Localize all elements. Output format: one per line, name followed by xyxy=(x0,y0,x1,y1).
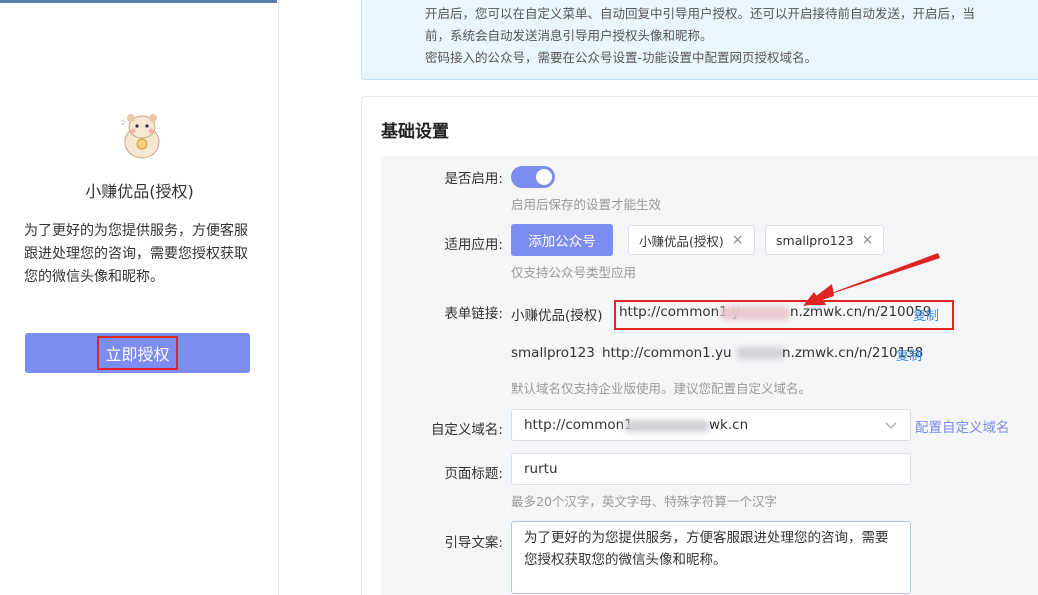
remove-tag-icon[interactable]: × xyxy=(862,232,874,248)
guide-text-textarea[interactable]: 为了更好的为您提供服务，方便客服跟进处理您的咨询，需要您授权获取您的微信头像和昵… xyxy=(511,521,911,594)
enable-label: 是否启用: xyxy=(444,171,503,187)
form-link-app-name: 小赚优品(授权) xyxy=(511,308,603,324)
authorize-now-button[interactable]: 立即授权 xyxy=(25,333,250,373)
hamster-mascot-icon xyxy=(121,114,160,159)
app-tag-label: 小赚优品(授权) xyxy=(639,233,724,249)
info-line-3: 密码接入的公众号，需要在公众号设置-功能设置中配置网页授权域名。 xyxy=(425,50,818,65)
page-title-hint: 最多20个汉字，英文字母、特殊字符算一个汉字 xyxy=(511,494,777,509)
enable-hint: 启用后保存的设置才能生效 xyxy=(511,197,662,212)
preview-app-name: 小赚优品(授权) xyxy=(85,182,194,201)
apps-hint: 仅支持公众号类型应用 xyxy=(511,265,637,280)
apps-label: 适用应用: xyxy=(444,237,503,253)
annotation-arrow-icon xyxy=(803,253,940,306)
form-links-hint: 默认域名仅支持企业版使用。建议您配置自定义域名。 xyxy=(511,381,812,396)
custom-domain-select[interactable]: http://common1. wk.cn xyxy=(511,409,911,441)
toggle-knob xyxy=(536,169,552,185)
domain-value-start: http://common1. xyxy=(524,417,638,433)
copy-link-button[interactable]: 复制 xyxy=(896,345,922,364)
custom-domain-label: 自定义域名: xyxy=(430,422,503,438)
form-link-app-name: smallpro123 xyxy=(511,345,595,361)
add-official-account-button[interactable]: 添加公众号 xyxy=(511,224,613,256)
form-link-url-start: http://common1.yu xyxy=(602,345,732,361)
info-line-1: 开启后，您可以在自定义菜单、自动回复中引导用户授权。还可以开启接待前自动发送，开… xyxy=(425,6,976,21)
redacted-url-segment xyxy=(736,347,786,359)
panel-top-border xyxy=(0,0,277,3)
page-title-input[interactable]: rurtu xyxy=(511,453,911,485)
configure-custom-domain-link[interactable]: 配置自定义域名 xyxy=(915,416,1010,436)
enable-toggle[interactable] xyxy=(511,166,555,188)
redacted-domain-segment xyxy=(624,420,710,432)
preview-intro-text: 为了更好的为您提供服务，方便客服跟进处理您的咨询，需要您授权获取您的微信头像和昵… xyxy=(24,223,248,285)
chevron-down-icon xyxy=(885,422,897,429)
authorization-preview-panel: 小赚优品(授权) 为了更好的为您提供服务，方便客服跟进处理您的咨询，需要您授权获… xyxy=(0,0,279,595)
form-links-label: 表单链接: xyxy=(444,306,503,322)
app-tag-label: smallpro123 xyxy=(776,232,854,248)
page-title-label: 页面标题: xyxy=(444,466,503,482)
app-tag: 小赚优品(授权) × xyxy=(628,225,755,255)
domain-value-end: wk.cn xyxy=(709,417,749,433)
section-title: 基础设置 xyxy=(381,122,449,142)
info-line-2: 前，系统会自动发送消息引导用户授权头像和昵称。 xyxy=(425,28,713,43)
guide-text-label: 引导文案: xyxy=(444,535,503,551)
info-notice-box: 开启后，您可以在自定义菜单、自动回复中引导用户授权。还可以开启接待前自动发送，开… xyxy=(361,0,1038,80)
authorize-now-label: 立即授权 xyxy=(97,336,178,370)
remove-tag-icon[interactable]: × xyxy=(732,232,744,248)
